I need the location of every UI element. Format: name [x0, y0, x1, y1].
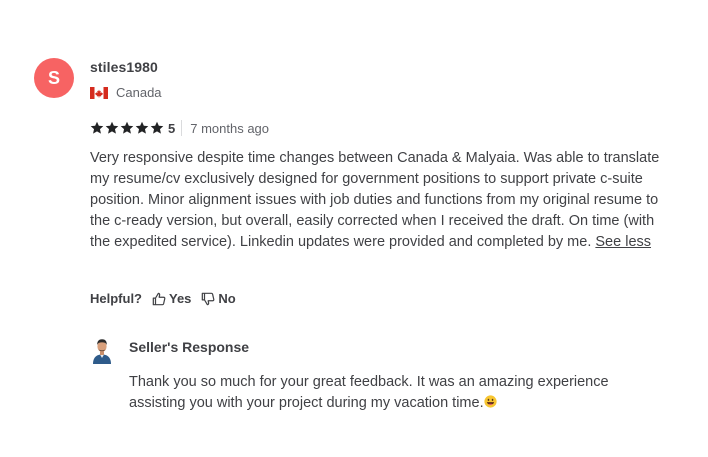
star-icon [105, 121, 119, 134]
helpful-label: Helpful? [90, 291, 142, 306]
username[interactable]: stiles1980 [90, 59, 158, 75]
seller-response-title: Seller's Response [129, 339, 250, 355]
star-rating [90, 121, 164, 135]
avatar[interactable]: S [34, 58, 74, 98]
canada-flag-icon [90, 86, 108, 99]
grinning-face-emoji-icon [484, 395, 497, 408]
helpful-no-label: No [218, 291, 236, 306]
see-less-link[interactable]: See less [595, 234, 651, 250]
rating-row: 5 7 months ago [90, 120, 269, 136]
thumbs-up-icon [152, 292, 166, 305]
seller-avatar[interactable] [90, 336, 114, 364]
helpful-row: Helpful? Yes No [90, 291, 236, 306]
review-body: Very responsive despite time changes bet… [90, 150, 660, 250]
star-icon [120, 121, 134, 134]
seller-response-text: Thank you so much for your great feedbac… [129, 372, 659, 414]
star-icon [150, 121, 164, 134]
helpful-yes-label: Yes [169, 291, 192, 306]
divider [181, 120, 183, 136]
avatar-letter: S [47, 67, 60, 88]
star-icon [90, 121, 104, 134]
rating-value: 5 [168, 120, 176, 136]
seller-response-body: Thank you so much for your great feedbac… [129, 374, 609, 411]
country: Canada [90, 85, 162, 100]
review-time: 7 months ago [190, 120, 270, 136]
review-text: Very responsive despite time changes bet… [90, 148, 670, 253]
country-name: Canada [116, 85, 162, 100]
thumbs-down-icon [202, 292, 215, 305]
helpful-yes-button[interactable]: Yes [152, 291, 191, 306]
helpful-no-button[interactable]: No [201, 291, 236, 306]
star-icon [135, 121, 149, 134]
